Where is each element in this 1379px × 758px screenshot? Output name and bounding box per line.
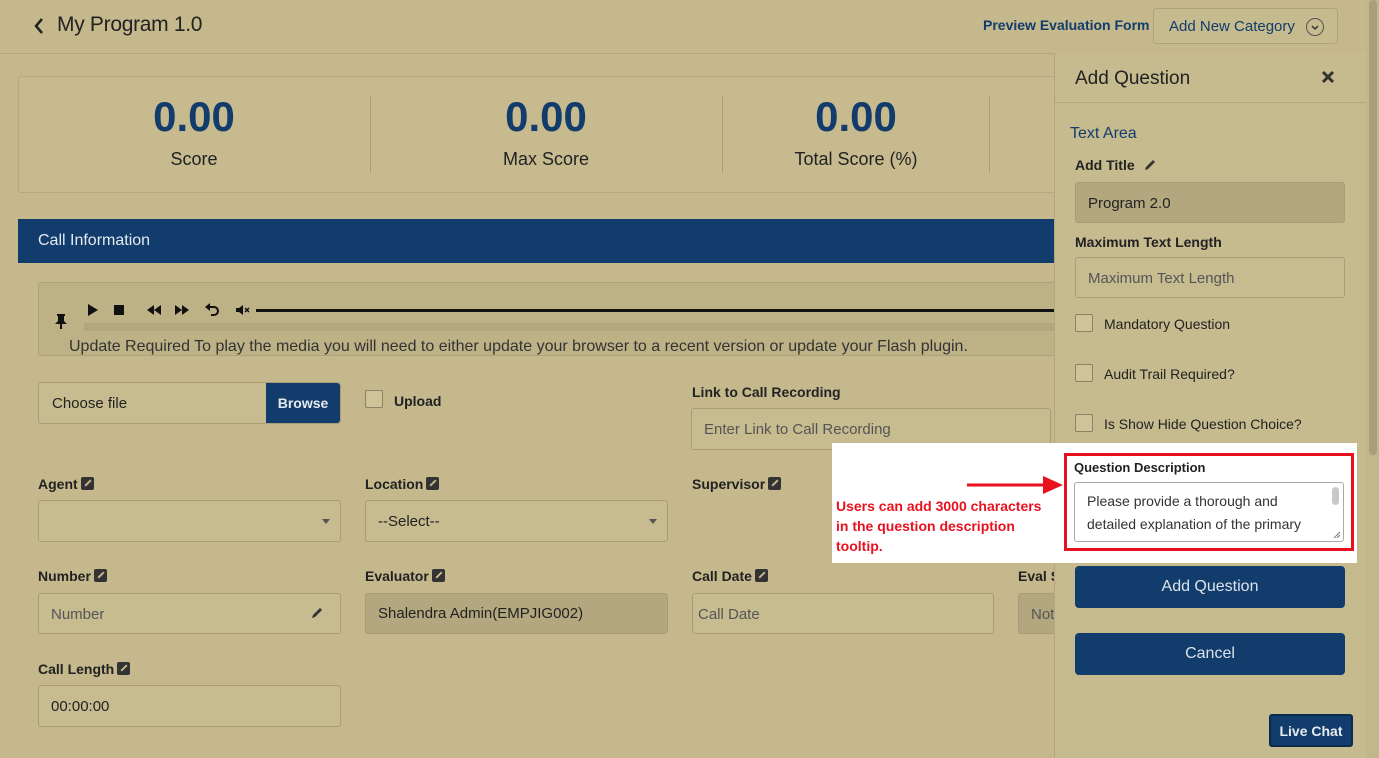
max-score-label: Max Score bbox=[502, 149, 590, 169]
score-label: Score bbox=[170, 149, 218, 169]
score-value: 0.00 bbox=[153, 93, 235, 140]
score-panel: 0.00 Score 0.00 Max Score 0.00 Total Sco… bbox=[18, 76, 1078, 193]
max-score-value: 0.00 bbox=[505, 93, 587, 140]
number-input[interactable]: Number bbox=[38, 593, 341, 634]
progress-track[interactable] bbox=[84, 323, 1084, 331]
question-type: Text Area bbox=[1070, 125, 1137, 142]
annotation-arrow-icon bbox=[967, 476, 1063, 494]
audit-trail-checkbox[interactable] bbox=[1075, 364, 1093, 382]
max-length-input[interactable]: Maximum Text Length bbox=[1075, 257, 1345, 298]
total-score-label: Total Score (%) bbox=[794, 149, 918, 169]
fast-forward-icon[interactable] bbox=[174, 303, 190, 317]
preview-evaluation-form-link[interactable]: Preview Evaluation Form bbox=[983, 17, 1150, 33]
add-title-label: Add Title bbox=[1075, 157, 1157, 173]
max-length-label: Maximum Text Length bbox=[1075, 234, 1222, 250]
edit-icon[interactable] bbox=[768, 477, 782, 490]
choose-file-label: Choose file bbox=[52, 395, 128, 412]
upload-label: Upload bbox=[394, 393, 442, 409]
mandatory-checkbox[interactable] bbox=[1075, 314, 1093, 332]
close-icon[interactable] bbox=[1321, 70, 1335, 84]
divider bbox=[722, 97, 723, 173]
edit-icon[interactable] bbox=[754, 569, 768, 582]
textarea-scrollbar[interactable] bbox=[1332, 487, 1339, 505]
supervisor-label: Supervisor bbox=[692, 476, 782, 492]
live-chat-button[interactable]: Live Chat bbox=[1269, 714, 1353, 747]
pencil-icon bbox=[312, 608, 322, 618]
browse-button[interactable]: Browse bbox=[266, 383, 340, 423]
call-length-input[interactable]: 00:00:00 bbox=[38, 685, 341, 727]
resize-handle-icon[interactable] bbox=[1333, 531, 1341, 539]
call-date-input[interactable]: Call Date bbox=[692, 593, 994, 634]
caret-down-icon bbox=[649, 519, 657, 524]
update-required-message: Update Required To play the media you wi… bbox=[69, 338, 968, 355]
edit-icon[interactable] bbox=[80, 477, 94, 490]
title-input[interactable]: Program 2.0 bbox=[1075, 182, 1345, 223]
play-icon[interactable] bbox=[87, 303, 99, 317]
evaluator-label: Evaluator bbox=[365, 568, 445, 584]
edit-icon[interactable] bbox=[426, 477, 440, 490]
pin-icon[interactable] bbox=[54, 313, 68, 329]
location-select[interactable]: --Select-- bbox=[365, 500, 668, 542]
volume-track[interactable] bbox=[256, 309, 1086, 312]
pencil-icon[interactable] bbox=[1143, 158, 1157, 172]
add-new-category-button[interactable]: Add New Category bbox=[1153, 8, 1338, 44]
number-label: Number bbox=[38, 568, 107, 584]
file-chooser[interactable]: Choose file Browse bbox=[38, 382, 341, 424]
call-date-label: Call Date bbox=[692, 568, 768, 584]
divider bbox=[989, 97, 990, 173]
agent-label: Agent bbox=[38, 476, 94, 492]
panel-title: Add Question bbox=[1075, 68, 1191, 89]
add-question-button[interactable]: Add Question bbox=[1075, 566, 1345, 608]
agent-select[interactable] bbox=[38, 500, 341, 542]
caret-down-icon bbox=[322, 519, 330, 524]
call-length-label: Call Length bbox=[38, 661, 131, 677]
evaluator-field: Shalendra Admin(EMPJIG002) bbox=[365, 593, 668, 634]
location-label: Location bbox=[365, 476, 440, 492]
stop-icon[interactable] bbox=[113, 303, 125, 317]
mandatory-label: Mandatory Question bbox=[1104, 316, 1231, 332]
replay-icon[interactable] bbox=[204, 303, 220, 317]
mute-icon[interactable] bbox=[235, 303, 251, 317]
chevron-down-icon bbox=[1306, 18, 1324, 36]
page-title: My Program 1.0 bbox=[57, 13, 203, 36]
edit-icon[interactable] bbox=[431, 569, 445, 582]
add-question-panel: Add Question Text Area Add Title Program… bbox=[1054, 53, 1367, 758]
question-description-label: Question Description bbox=[1074, 460, 1206, 475]
total-score-value: 0.00 bbox=[815, 93, 897, 140]
eval-status-field: Not bbox=[1018, 593, 1058, 634]
back-arrow-icon[interactable] bbox=[30, 14, 50, 38]
link-recording-label: Link to Call Recording bbox=[692, 384, 841, 400]
call-information-header: Call Information bbox=[18, 219, 1078, 263]
cancel-button[interactable]: Cancel bbox=[1075, 633, 1345, 675]
audit-trail-label: Audit Trail Required? bbox=[1104, 366, 1235, 382]
question-description-textarea[interactable]: Please provide a thorough and detailed e… bbox=[1074, 482, 1344, 542]
show-hide-checkbox[interactable] bbox=[1075, 414, 1093, 432]
edit-icon[interactable] bbox=[93, 569, 107, 582]
edit-icon[interactable] bbox=[117, 662, 131, 675]
upload-checkbox[interactable] bbox=[365, 390, 383, 408]
annotation-text: Users can add 3000 characters in the que… bbox=[836, 498, 1042, 554]
panel-header: Add Question bbox=[1055, 53, 1367, 103]
scrollbar-thumb[interactable] bbox=[1369, 0, 1377, 455]
add-category-label: Add New Category bbox=[1169, 18, 1295, 35]
media-player: Update Required To play the media you wi… bbox=[38, 282, 1086, 356]
divider bbox=[370, 97, 371, 173]
show-hide-label: Is Show Hide Question Choice? bbox=[1104, 416, 1302, 432]
rewind-icon[interactable] bbox=[146, 303, 162, 317]
